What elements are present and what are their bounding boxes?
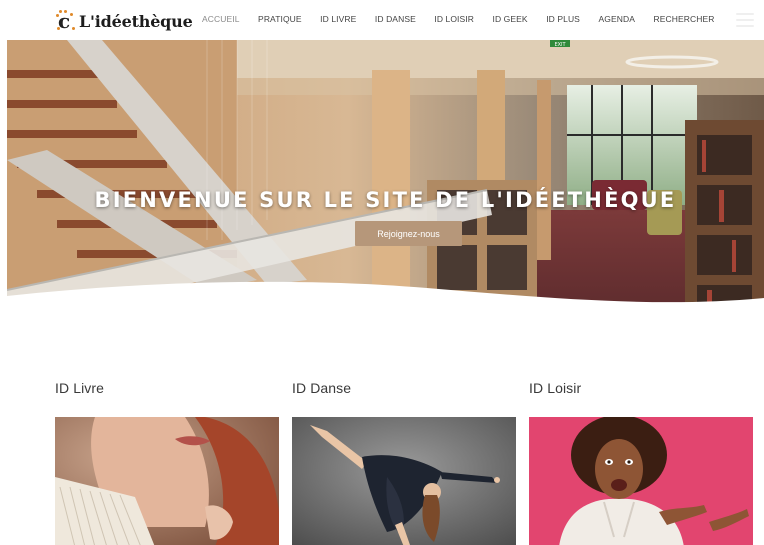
- dancer-leaping-photo[interactable]: [292, 417, 516, 545]
- library-interior-photo: EXIT: [7, 40, 764, 325]
- svg-text:EXIT: EXIT: [554, 42, 566, 48]
- card-id-livre[interactable]: ID Livre: [55, 380, 279, 545]
- logo-icon: c: [56, 10, 76, 32]
- nav-item-id-geek[interactable]: ID Geek: [493, 14, 528, 24]
- nav-item-agenda[interactable]: Agenda: [598, 14, 635, 24]
- site-logo[interactable]: c L'idéethèque: [56, 8, 193, 34]
- woman-pointing-pink-background-photo[interactable]: [529, 417, 753, 545]
- hamburger-icon[interactable]: [736, 13, 754, 27]
- main-menu: Accueil Pratique ID Livre ID Danse ID Lo…: [202, 14, 733, 24]
- woman-reading-book-photo[interactable]: [55, 417, 279, 545]
- card-title-id-danse: ID Danse: [292, 380, 352, 396]
- card-title-id-livre: ID Livre: [55, 380, 105, 396]
- top-navbar: c L'idéethèque Accueil Pratique ID Livre…: [0, 0, 764, 40]
- card-title-id-loisir: ID Loisir: [529, 380, 582, 396]
- nav-item-pratique[interactable]: Pratique: [258, 14, 302, 24]
- nav-item-id-plus[interactable]: ID Plus: [546, 14, 580, 24]
- nav-item-id-loisir[interactable]: ID Loisir: [434, 14, 474, 24]
- logo-text: L'idéethèque: [79, 11, 193, 31]
- nav-item-rechercher[interactable]: Rechercher: [653, 14, 714, 24]
- card-id-danse[interactable]: ID Danse: [292, 380, 516, 545]
- card-id-loisir[interactable]: ID Loisir: [529, 380, 753, 545]
- join-us-button[interactable]: Rejoignez-nous: [355, 221, 462, 246]
- nav-item-id-livre[interactable]: ID Livre: [320, 14, 356, 24]
- hero-banner: EXIT BIENVENUE SUR LE SITE DE L'IDÉETHÈQ…: [7, 40, 764, 325]
- nav-item-id-danse[interactable]: ID Danse: [375, 14, 416, 24]
- hero-title: BIENVENUE SUR LE SITE DE L'IDÉETHÈQUE: [94, 188, 677, 212]
- nav-item-accueil[interactable]: Accueil: [202, 14, 240, 24]
